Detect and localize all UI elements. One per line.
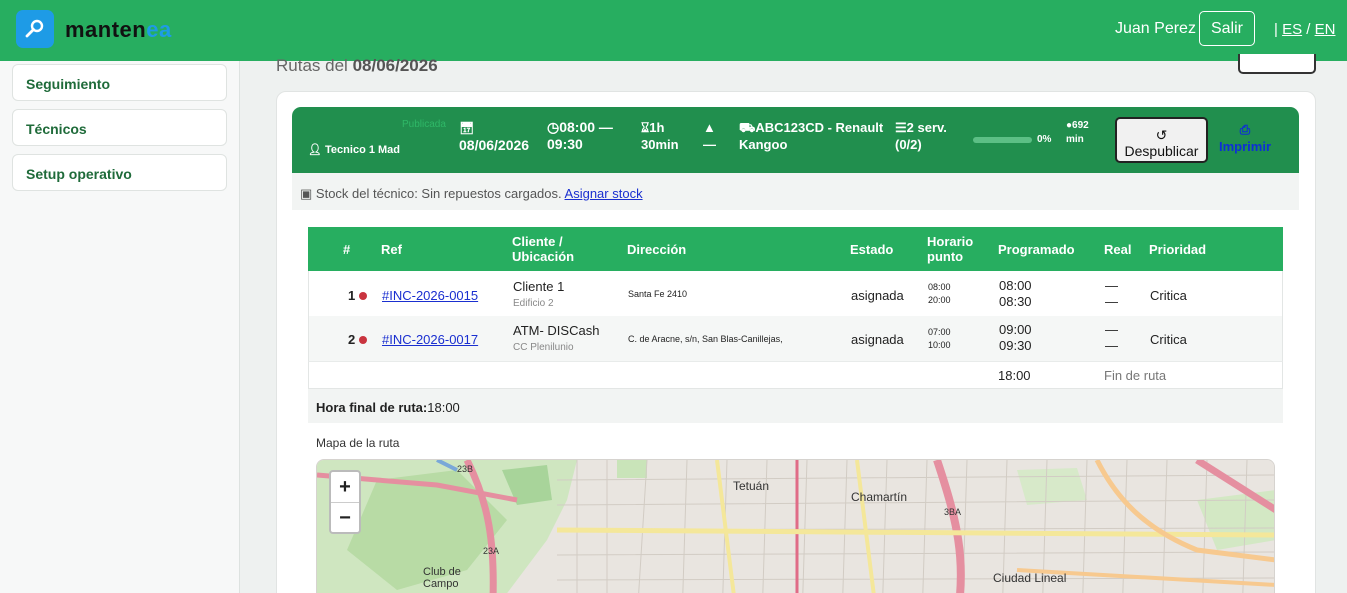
clock-icon: ◷ — [547, 119, 560, 135]
row-ref-link[interactable]: #INC-2026-0017 — [382, 332, 478, 347]
row-window: 08:00 20:00 — [928, 282, 951, 305]
row-number: 1 — [348, 288, 368, 303]
undo-icon: ↺ — [1155, 126, 1168, 143]
route-map[interactable]: + − Tetuán Chamartín Ciudad Lineal Club … — [316, 459, 1275, 593]
brand-name[interactable]: mantenea — [65, 17, 172, 43]
sidebar-item-setup-operativo[interactable]: Setup operativo — [12, 154, 227, 191]
route-end-row: 18:00 Fin de ruta — [308, 361, 1283, 389]
assign-stock-link[interactable]: Asignar stock — [565, 186, 643, 201]
logout-button[interactable]: Salir — [1199, 11, 1255, 46]
route-final-time: Hora final de ruta:18:00 — [308, 389, 1283, 423]
zoom-out-button[interactable]: − — [331, 502, 359, 532]
printer-icon: ⎙ — [1239, 122, 1251, 137]
map-zoom-control: + − — [329, 470, 361, 534]
row-priority: Critica — [1150, 288, 1187, 303]
row-real: — — — [1105, 278, 1118, 309]
stock-bar: ▣ Stock del técnico: Sin repuestos carga… — [292, 173, 1299, 210]
table-header: # Ref Cliente / Ubicación Dirección Estad… — [308, 227, 1283, 271]
col-num: # — [343, 241, 351, 257]
road-icon: ▲ — [703, 120, 716, 135]
map-title: Mapa de la ruta — [316, 436, 400, 450]
table-row[interactable]: 2 #INC-2026-0017 ATM- DISCash CC Plenilun… — [308, 316, 1283, 361]
route-vehicle: ⛟ABC123CD - Renault Kangoo — [739, 120, 884, 152]
col-client: Cliente / Ubicación — [512, 234, 575, 264]
map-road-3ba: 3BA — [944, 507, 962, 517]
row-scheduled: 09:00 09:30 — [999, 322, 1032, 353]
row-real: — — — [1105, 322, 1118, 353]
zoom-in-button[interactable]: + — [331, 472, 359, 502]
hourglass-icon: ⌛︎ — [641, 120, 650, 135]
route-date: 📅︎ 08/06/2026 — [459, 121, 530, 153]
col-address: Dirección — [627, 241, 687, 257]
route-status: Publicada — [402, 119, 446, 130]
route-progress-bar — [973, 137, 1032, 143]
wrench-icon — [25, 19, 44, 38]
route-end-label: Fin de ruta — [1104, 368, 1167, 383]
sidebar-item-tecnicos[interactable]: Técnicos — [12, 109, 227, 146]
row-address: Santa Fe 2410 — [628, 289, 688, 299]
calendar-icon: 📅︎ — [459, 121, 475, 135]
row-window: 07:00 10:00 — [928, 327, 951, 350]
col-window: Horario punto — [927, 234, 974, 264]
checklist-icon: ☰ — [895, 120, 907, 135]
col-real: Real — [1104, 241, 1132, 257]
priority-dot — [359, 336, 368, 344]
row-scheduled: 08:00 08:30 — [999, 278, 1032, 309]
lang-en-link[interactable]: EN — [1315, 21, 1336, 38]
map-label-club-de-campo: Club de Campo — [423, 566, 461, 590]
route-distance: ▲ — — [703, 120, 716, 152]
unpublish-button[interactable]: ↺ Despublicar — [1115, 117, 1208, 163]
row-state: asignada — [851, 288, 904, 303]
box-icon: ▣ — [300, 186, 313, 201]
route-progress-label: 0% — [1037, 134, 1052, 145]
user-name: Juan Perez — [1115, 20, 1196, 37]
col-scheduled: Programado — [998, 241, 1075, 257]
route-end-time: 18:00 — [998, 368, 1031, 383]
row-ref-link[interactable]: #INC-2026-0015 — [382, 288, 478, 303]
col-priority: Prioridad — [1149, 241, 1207, 257]
route-technician: 👤︎ Tecnico 1 Mad — [308, 144, 401, 156]
truck-icon: ⛟ — [739, 120, 756, 135]
logo-icon[interactable] — [16, 10, 54, 48]
route-header: Publicada 👤︎ Tecnico 1 Mad 📅︎ 08/06/2026… — [292, 107, 1299, 173]
route-services: ☰2 serv. (0/2) — [895, 120, 947, 152]
route-times: ◷08:00 — 09:30 — [547, 119, 613, 152]
user-icon: 👤︎ — [308, 144, 322, 156]
route-duration: ⌛︎1h 30min — [641, 120, 679, 152]
table-row[interactable]: 1 #INC-2026-0015 Cliente 1 Edificio 2 San… — [308, 271, 1283, 316]
print-button[interactable]: ⎙ Imprimir — [1219, 121, 1271, 155]
row-client: Cliente 1 Edificio 2 — [513, 279, 565, 309]
priority-dot — [359, 292, 368, 300]
page-title: Rutas del 08/06/2026 — [276, 56, 438, 75]
top-bar: mantenea Juan Perez Salir | ES / EN — [0, 0, 1347, 61]
sidebar: Seguimiento Técnicos Setup operativo — [0, 61, 240, 593]
language-switcher: | ES / EN — [1274, 21, 1336, 38]
map-label-tetuan: Tetuán — [733, 479, 770, 493]
sidebar-item-seguimiento[interactable]: Seguimiento — [12, 64, 227, 101]
col-ref: Ref — [381, 241, 402, 257]
lang-es-link[interactable]: ES — [1282, 21, 1302, 38]
row-number: 2 — [348, 332, 368, 347]
col-state: Estado — [850, 241, 894, 257]
row-client: ATM- DISCash CC Plenilunio — [513, 323, 600, 353]
row-priority: Critica — [1150, 332, 1187, 347]
row-address: C. de Aracne, s/n, San Blas-Canillejas, — [628, 334, 783, 344]
map-label-ciudad-lineal: Ciudad Lineal — [993, 571, 1067, 585]
row-state: asignada — [851, 332, 904, 347]
map-road-23b: 23B — [457, 464, 474, 474]
map-road-23a: 23A — [483, 546, 500, 556]
route-minutes: ●692 min — [1066, 120, 1089, 145]
partially-hidden-button[interactable] — [1238, 54, 1316, 74]
map-label-chamartin: Chamartín — [851, 490, 908, 504]
